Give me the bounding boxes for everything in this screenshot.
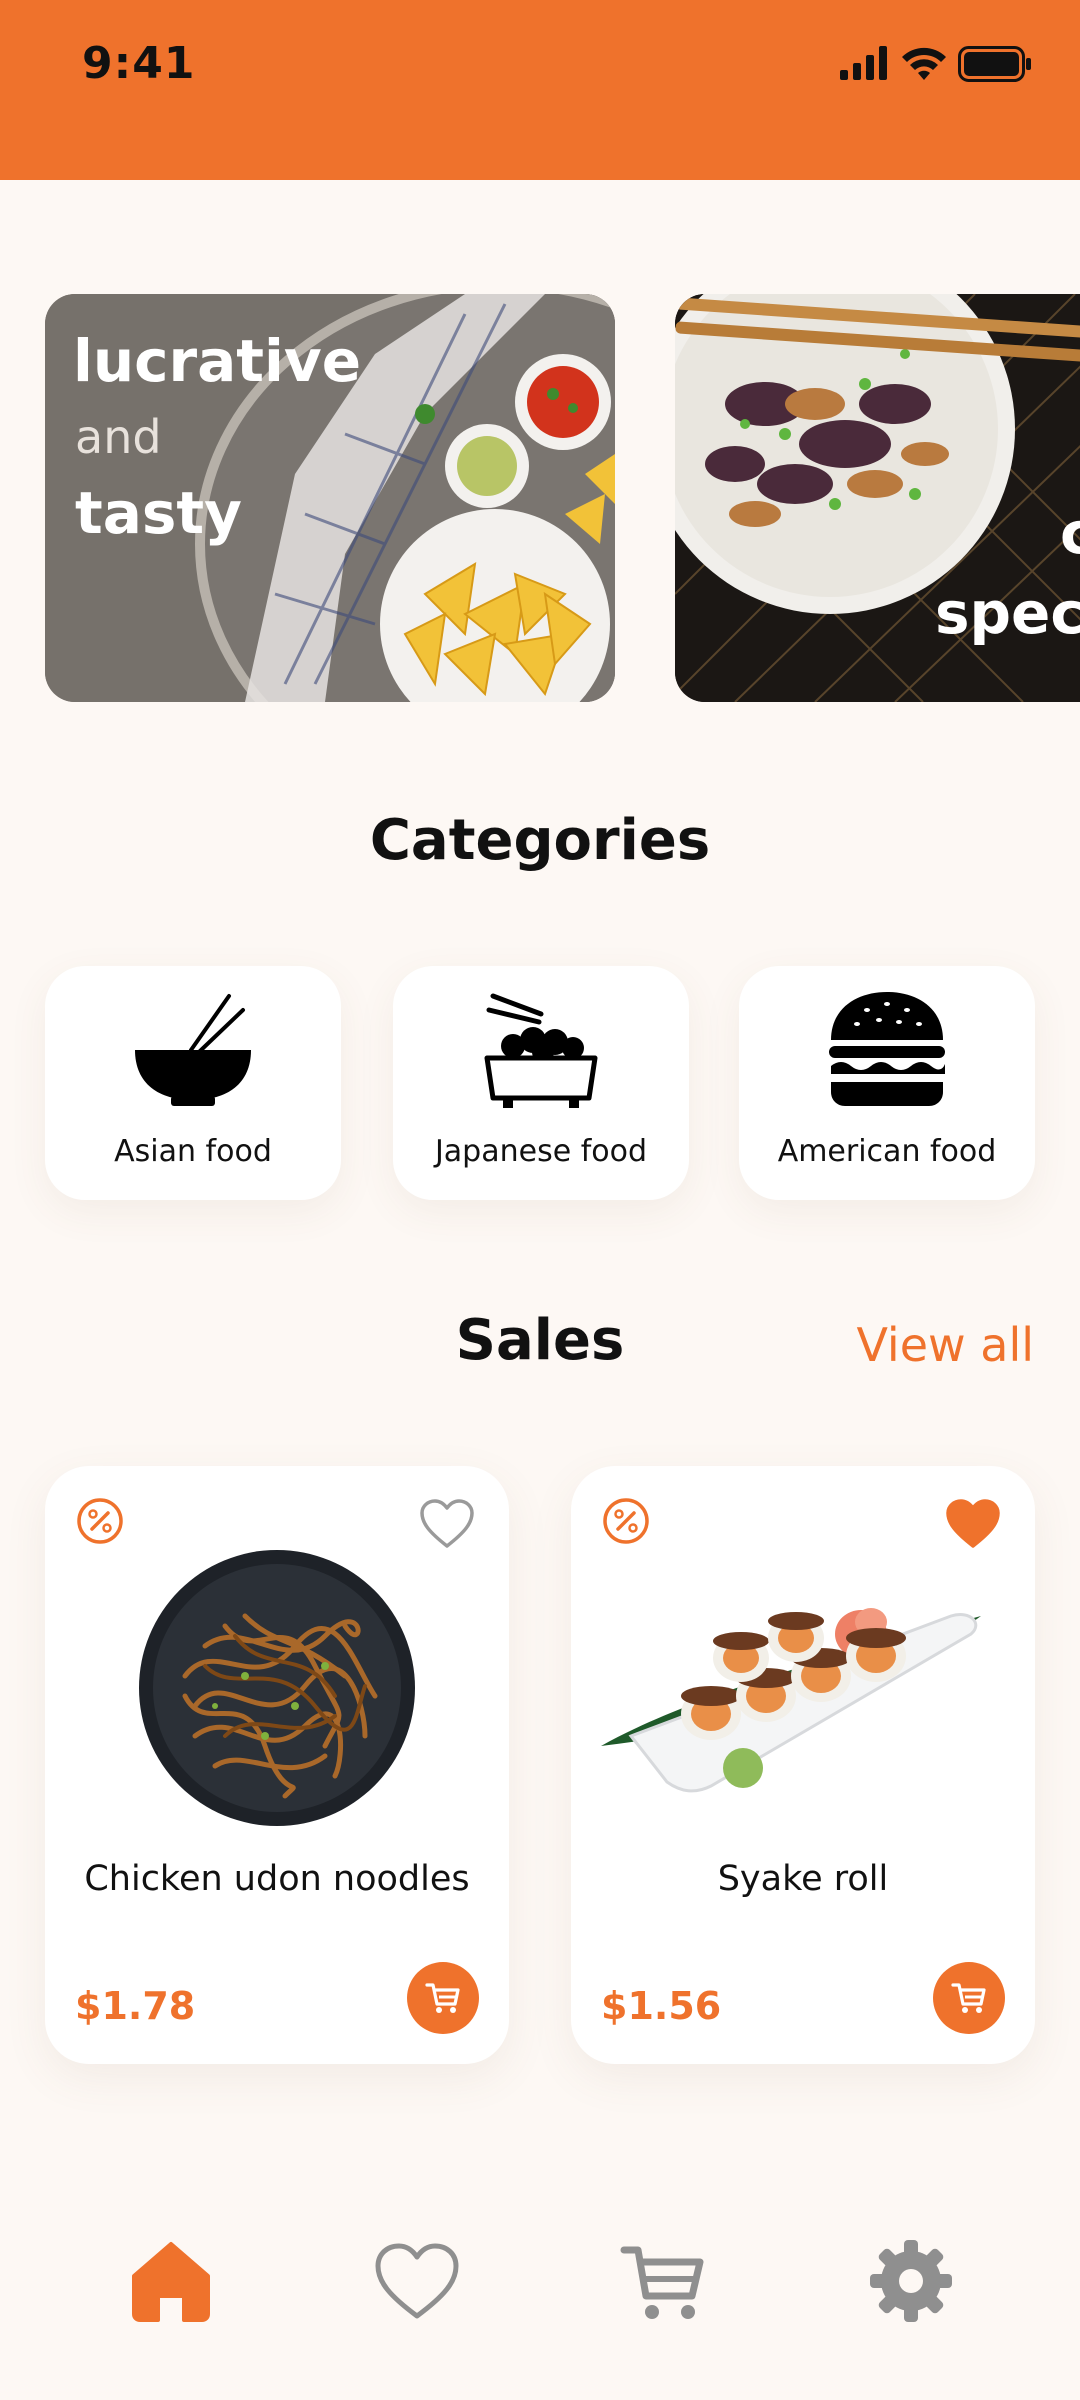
cart-icon [620, 2246, 704, 2319]
burger-icon [829, 992, 945, 1106]
favorite-heart-icon[interactable] [419, 1498, 475, 1550]
promo-title-line: c [1060, 499, 1080, 567]
nav-home[interactable] [126, 2236, 216, 2326]
promo-card[interactable]: c speci [675, 294, 1080, 702]
product-name: Syake roll [717, 1859, 889, 1899]
nav-settings[interactable] [866, 2236, 956, 2326]
signal-icon [840, 46, 887, 80]
category-label: Asian food [114, 1134, 272, 1169]
promo-title-line: and [75, 410, 162, 464]
cart-icon [951, 1983, 986, 2013]
bottom-navigation [0, 2200, 1080, 2400]
category-asian-food[interactable]: Asian food [45, 966, 341, 1200]
promo-card[interactable]: lucrative and tasty [45, 294, 615, 702]
add-to-cart-button[interactable] [407, 1962, 479, 2034]
rice-bowl-icon [484, 993, 598, 1108]
home-icon [132, 2242, 210, 2322]
noodles-image [139, 1550, 415, 1826]
sushi-roll-image [601, 1608, 981, 1793]
status-bar: 9:41 [0, 0, 1080, 180]
view-all-link[interactable]: View all [856, 1318, 1034, 1372]
product-card[interactable]: Chicken udon noodles $1.78 [45, 1466, 509, 2064]
product-card[interactable]: Syake roll $1.56 [571, 1466, 1035, 2064]
heart-icon [375, 2243, 459, 2319]
favorite-heart-icon[interactable] [945, 1498, 1001, 1550]
nav-cart[interactable] [618, 2236, 708, 2326]
battery-icon [958, 46, 1031, 82]
category-label: American food [777, 1134, 997, 1169]
product-price: $1.78 [75, 1984, 196, 2028]
cart-icon [425, 1983, 460, 2013]
wifi-icon [902, 47, 946, 80]
categories-title: Categories [369, 808, 711, 873]
promo-title-line: tasty [75, 479, 242, 547]
promo-title-line: lucrative [73, 327, 362, 395]
discount-icon [603, 1498, 649, 1544]
product-price: $1.56 [601, 1984, 722, 2028]
gear-icon [870, 2240, 952, 2322]
category-label: Japanese food [434, 1134, 648, 1169]
promo-title-line: speci [935, 579, 1080, 647]
category-american-food[interactable]: American food [739, 966, 1035, 1200]
status-time: 9:41 [82, 38, 196, 89]
discount-icon [77, 1498, 123, 1544]
add-to-cart-button[interactable] [933, 1962, 1005, 2034]
promo-carousel[interactable]: lucrative and tasty c spec [0, 294, 1080, 702]
bowl-chopsticks-icon [135, 994, 251, 1106]
category-japanese-food[interactable]: Japanese food [393, 966, 689, 1200]
product-name: Chicken udon noodles [84, 1859, 470, 1899]
nav-favorites[interactable] [372, 2236, 462, 2326]
